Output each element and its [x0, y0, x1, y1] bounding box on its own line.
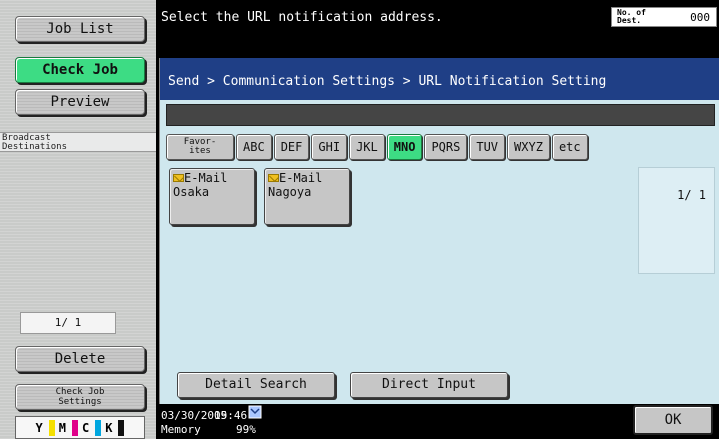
tab-wxyz[interactable]: WXYZ [507, 134, 550, 160]
main-panel: Send > Communication Settings > URL Noti… [159, 58, 719, 404]
tab-etc[interactable]: etc [551, 134, 588, 160]
detail-search-button[interactable]: Detail Search [177, 372, 335, 398]
breadcrumb: Send > Communication Settings > URL Noti… [168, 74, 607, 89]
instruction-message: Select the URL notification address. [161, 10, 443, 25]
delete-button[interactable]: Delete [15, 346, 145, 372]
breadcrumb-bar: Send > Communication Settings > URL Noti… [160, 58, 719, 100]
destination-count-label: No. of Dest. [617, 9, 646, 25]
left-sidebar: Job List Check Job Preview Broadcast Des… [0, 0, 156, 439]
page-indicator: 1/ 1 [677, 188, 706, 202]
ok-button[interactable]: OK [633, 405, 713, 435]
network-status-icon [248, 405, 262, 419]
tab-jkl[interactable]: JKL [349, 134, 385, 160]
tab-def[interactable]: DEF [273, 134, 310, 160]
destination-name: Osaka [173, 185, 210, 199]
destination-count-value: 000 [690, 11, 710, 24]
preview-button[interactable]: Preview [15, 89, 145, 115]
tab-favorites-line2: ites [189, 146, 211, 156]
broadcast-label-line2: Destinations [2, 142, 68, 152]
email-icon [268, 174, 279, 182]
toner-y-bar [48, 419, 55, 436]
toner-m-label: M [58, 420, 66, 435]
toner-c-bar [95, 419, 102, 436]
destination-nagoya-button[interactable]: E-Mail Nagoya [264, 168, 350, 225]
status-time: 15:46 [214, 409, 248, 422]
tab-ghi[interactable]: GHI [311, 134, 348, 160]
dest-label-line2: Dest. [617, 16, 642, 25]
check-settings-line1: Check Job [55, 387, 105, 397]
destination-osaka-button[interactable]: E-Mail Osaka [169, 168, 255, 225]
destination-type: E-Mail [184, 171, 228, 185]
memory-label: Memory [161, 423, 201, 436]
toner-k-label: K [105, 420, 113, 435]
tab-abc[interactable]: ABC [236, 134, 272, 160]
toner-m-bar [72, 419, 78, 436]
tab-favorites[interactable]: Favor- ites [166, 134, 234, 160]
destination-type: E-Mail [279, 171, 323, 185]
toner-y-label: Y [35, 420, 43, 435]
tab-pqrs[interactable]: PQRS [424, 134, 468, 160]
check-job-settings-button[interactable]: Check Job Settings [15, 384, 145, 410]
direct-input-button[interactable]: Direct Input [350, 372, 508, 398]
tab-mno[interactable]: MNO [386, 134, 423, 160]
email-icon [173, 174, 184, 182]
check-job-button[interactable]: Check Job [15, 57, 145, 83]
tab-tuv[interactable]: TUV [469, 134, 506, 160]
toner-status: Y M C K [15, 416, 145, 439]
broadcast-page-indicator: 1/ 1 [20, 312, 116, 334]
memory-value: 99% [236, 423, 256, 436]
toner-c-label: C [82, 420, 90, 435]
destination-name: Nagoya [268, 185, 312, 199]
job-list-button[interactable]: Job List [15, 16, 145, 42]
page-indicator-panel: 1/ 1 [638, 167, 715, 274]
toner-k-bar [118, 419, 125, 436]
check-settings-line2: Settings [58, 397, 102, 407]
index-tabs: Favor- ites ABC DEF GHI JKL MNO PQRS TUV… [166, 134, 588, 160]
destination-count-box: No. of Dest. 000 [611, 7, 717, 27]
address-display-field [166, 104, 715, 126]
broadcast-destinations-label: Broadcast Destinations [0, 132, 156, 152]
